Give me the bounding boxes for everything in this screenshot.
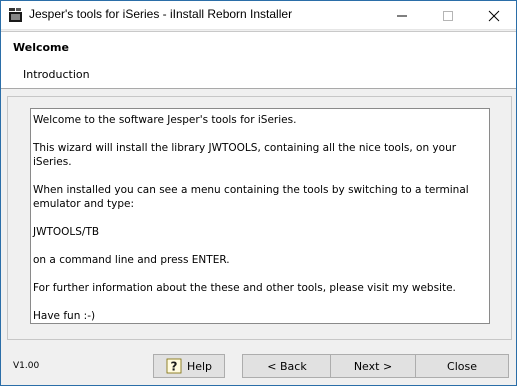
- back-button[interactable]: < Back: [242, 354, 332, 378]
- back-label: < Back: [267, 359, 307, 373]
- title-bar[interactable]: Jesper's tools for iSeries - iInstall Re…: [1, 1, 516, 30]
- minimize-button[interactable]: [379, 1, 425, 30]
- app-icon: [8, 7, 23, 23]
- command-paragraph: JWTOOLS/TB: [33, 226, 100, 238]
- welcome-text-area[interactable]: Welcome to the software Jesper's tools f…: [30, 108, 490, 324]
- close-label: Close: [447, 359, 477, 373]
- enter-paragraph: on a command line and press ENTER.: [33, 254, 230, 266]
- maximize-button[interactable]: [425, 1, 471, 30]
- have-fun-paragraph: Have fun :-): [33, 310, 96, 322]
- next-label: Next >: [353, 359, 393, 373]
- version-label: V1.00: [13, 361, 40, 371]
- maximize-icon: [443, 11, 453, 21]
- svg-text:?: ?: [170, 360, 177, 374]
- help-button[interactable]: ? Help: [153, 354, 225, 378]
- wizard-header: Welcome Introduction: [1, 31, 516, 89]
- next-button[interactable]: Next >: [330, 354, 416, 378]
- content-frame: Welcome to the software Jesper's tools f…: [7, 96, 512, 340]
- welcome-paragraph: Welcome to the software Jesper's tools f…: [33, 114, 297, 126]
- step-subtitle: Introduction: [23, 68, 90, 81]
- close-window-button[interactable]: [471, 1, 517, 30]
- close-button[interactable]: Close: [415, 354, 509, 378]
- website-paragraph: For further information about the these …: [33, 282, 456, 294]
- install-info-paragraph: This wizard will install the library JWT…: [33, 142, 457, 168]
- menu-info-paragraph: When installed you can see a menu contai…: [33, 184, 469, 210]
- installer-window: Jesper's tools for iSeries - iInstall Re…: [0, 0, 517, 386]
- window-title: Jesper's tools for iSeries - iInstall Re…: [29, 7, 293, 21]
- step-title: Welcome: [13, 41, 69, 54]
- help-label: Help: [186, 359, 213, 373]
- minimize-icon: [397, 15, 407, 17]
- question-mark-icon: ?: [166, 358, 182, 374]
- close-icon: [488, 10, 500, 22]
